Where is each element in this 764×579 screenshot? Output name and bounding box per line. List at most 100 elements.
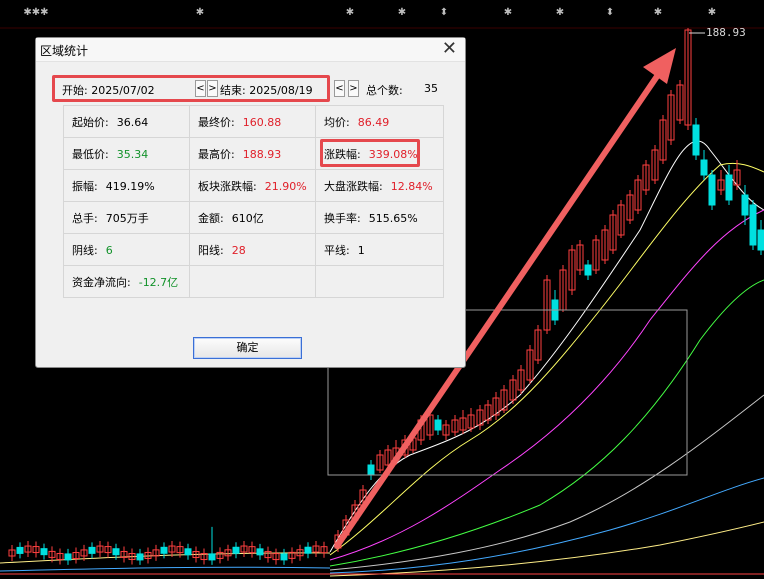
top-marker: ✱✱✱ bbox=[23, 7, 48, 18]
candle-body bbox=[160, 546, 168, 554]
stat-label: 振幅: bbox=[72, 179, 98, 193]
end-next-button[interactable]: > bbox=[348, 80, 359, 97]
stats-cell: 资金净流向: -12.7亿 bbox=[63, 265, 190, 298]
stats-cell: 最低价: 35.34 bbox=[63, 137, 190, 170]
candle-body bbox=[692, 124, 700, 156]
stat-label: 大盘涨跌幅: bbox=[324, 179, 383, 193]
candle-body bbox=[700, 159, 708, 176]
stat-value: 1 bbox=[357, 243, 365, 257]
stat-value: 188.93 bbox=[242, 147, 282, 161]
stat-value: 6 bbox=[105, 243, 113, 257]
ma-line bbox=[329, 394, 764, 571]
top-marker: ✱ bbox=[346, 7, 354, 18]
candle-body bbox=[40, 548, 48, 556]
stat-label: 平线: bbox=[324, 243, 350, 257]
region-stats-dialog: 区域统计 ✕ 开始: 2025/07/02 < > 结束: 2025/08/19… bbox=[35, 37, 466, 368]
stat-label: 资金净流向: bbox=[72, 275, 131, 289]
stat-value: 36.64 bbox=[116, 115, 149, 129]
stat-value: 86.49 bbox=[357, 115, 390, 129]
stat-label: 均价: bbox=[324, 115, 350, 129]
end-prev-button[interactable]: < bbox=[334, 80, 345, 97]
candle-body bbox=[16, 546, 24, 554]
date-range-highlight bbox=[52, 75, 330, 102]
candle-body bbox=[584, 264, 592, 276]
stat-label: 换手率: bbox=[324, 211, 361, 225]
stats-cell: 均价: 86.49 bbox=[315, 105, 444, 138]
stats-row: 阴线: 6 阳线: 28 平线: 1 bbox=[63, 233, 444, 266]
stat-value: 610亿 bbox=[231, 211, 264, 225]
candle-body bbox=[208, 553, 216, 561]
stats-row: 起始价: 36.64 最终价: 160.88 均价: 86.49 bbox=[63, 105, 444, 138]
stat-label: 板块涨跌幅: bbox=[198, 179, 257, 193]
candle-body bbox=[434, 419, 442, 431]
stats-cell: 总手: 705万手 bbox=[63, 201, 190, 234]
candle-body bbox=[256, 548, 264, 556]
change-percent-highlight bbox=[320, 139, 420, 167]
stats-cell: 最高价: 188.93 bbox=[189, 137, 316, 170]
candle-body bbox=[232, 546, 240, 554]
stats-cell bbox=[315, 265, 444, 298]
stat-value: 705万手 bbox=[105, 211, 149, 225]
close-icon[interactable]: ✕ bbox=[442, 39, 457, 59]
stat-value: 160.88 bbox=[242, 115, 282, 129]
candle-body bbox=[280, 553, 288, 561]
ok-button[interactable]: 确定 bbox=[193, 337, 302, 359]
stats-cell: 大盘涨跌幅: 12.84% bbox=[315, 169, 444, 202]
stats-grid: 起始价: 36.64 最终价: 160.88 均价: 86.49 最低价: 35.34 最高价:… bbox=[63, 105, 444, 298]
candle-body bbox=[184, 548, 192, 556]
stats-cell: 最终价: 160.88 bbox=[189, 105, 316, 138]
stats-cell: 板块涨跌幅: 21.90% bbox=[189, 169, 316, 202]
stats-cell: 起始价: 36.64 bbox=[63, 105, 190, 138]
candle-body bbox=[708, 174, 716, 206]
stat-value: 419.19% bbox=[105, 179, 155, 193]
stat-label: 总手: bbox=[72, 211, 98, 225]
stat-label: 最低价: bbox=[72, 147, 109, 161]
stats-cell: 金额: 610亿 bbox=[189, 201, 316, 234]
stat-value: 35.34 bbox=[116, 147, 149, 161]
stat-label: 起始价: bbox=[72, 115, 109, 129]
candle-body bbox=[757, 229, 764, 251]
stats-cell: 阳线: 28 bbox=[189, 233, 316, 266]
stats-cell: 振幅: 419.19% bbox=[63, 169, 190, 202]
stat-label: 金额: bbox=[198, 211, 224, 225]
top-marker: ✱ bbox=[708, 7, 716, 18]
candle-body bbox=[136, 553, 144, 561]
stats-cell: 平线: 1 bbox=[315, 233, 444, 266]
stat-value: -12.7亿 bbox=[138, 275, 179, 289]
candle-body bbox=[64, 553, 72, 561]
candle-body bbox=[304, 546, 312, 554]
ma-line bbox=[329, 477, 764, 574]
total-count-value: 35 bbox=[424, 82, 438, 95]
candle-body bbox=[725, 174, 733, 201]
stats-cell: 阴线: 6 bbox=[63, 233, 190, 266]
candle-body bbox=[88, 546, 96, 554]
ma-line bbox=[0, 566, 331, 572]
stats-cell: 换手率: 515.65% bbox=[315, 201, 444, 234]
top-marker: ✱ bbox=[654, 7, 662, 18]
candle-body bbox=[367, 464, 375, 476]
stat-label: 阳线: bbox=[198, 243, 224, 257]
stat-value: 515.65% bbox=[368, 211, 418, 225]
stat-value: 12.84% bbox=[390, 179, 433, 193]
top-marker: ✱ bbox=[504, 7, 512, 18]
top-marker: ⬍ bbox=[606, 7, 614, 18]
max-price-label: 188.93 bbox=[706, 26, 746, 39]
candle-body bbox=[112, 548, 120, 556]
stats-row: 资金净流向: -12.7亿 bbox=[63, 265, 444, 298]
top-marker: ⬍ bbox=[440, 7, 448, 18]
top-marker-row: ✱✱✱ ✱ ✱ ✱ ⬍ ✱ ✱ ⬍ ✱ ✱ bbox=[0, 7, 764, 29]
stat-label: 最终价: bbox=[198, 115, 235, 129]
stats-row: 总手: 705万手 金额: 610亿 换手率: 515.65% bbox=[63, 201, 444, 234]
stat-value: 21.90% bbox=[264, 179, 307, 193]
stat-value: 28 bbox=[231, 243, 246, 257]
stat-label: 阴线: bbox=[72, 243, 98, 257]
stats-cell bbox=[189, 265, 316, 298]
candle-body bbox=[749, 204, 757, 246]
dialog-title: 区域统计 bbox=[40, 44, 89, 58]
candle-body bbox=[741, 194, 749, 216]
top-marker: ✱ bbox=[196, 7, 204, 18]
top-marker: ✱ bbox=[556, 7, 564, 18]
dialog-titlebar[interactable]: 区域统计 ✕ bbox=[36, 38, 465, 62]
top-marker: ✱ bbox=[398, 7, 406, 18]
stats-row: 振幅: 419.19% 板块涨跌幅: 21.90% 大盘涨跌幅: 12.84% bbox=[63, 169, 444, 202]
